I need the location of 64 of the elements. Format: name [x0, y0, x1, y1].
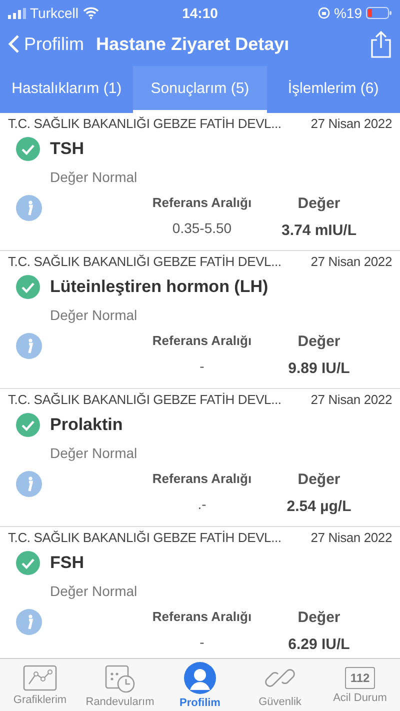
- wifi-icon: [82, 7, 98, 19]
- result-date: 27 Nisan 2022: [310, 254, 392, 269]
- chevron-left-icon: [8, 34, 20, 54]
- test-name: FSH: [50, 553, 84, 573]
- test-name: TSH: [50, 139, 84, 159]
- screen-title: Hastane Ziyaret Detayı: [96, 34, 290, 54]
- column-label: Referans Aralığı: [152, 471, 252, 486]
- tab[interactable]: İşlemlerim (6): [266, 66, 400, 113]
- hospital-name: T.C. SAĞLIK BAKANLIĞI GEBZE FATİH DEVL...: [8, 116, 282, 131]
- check-circle-icon: [16, 137, 40, 161]
- check-circle-icon: [16, 413, 40, 437]
- test-name: Prolaktin: [50, 415, 123, 435]
- result-date: 27 Nisan 2022: [310, 116, 392, 131]
- back-button[interactable]: Profilim: [8, 34, 84, 54]
- battery-percent: %19: [334, 5, 362, 21]
- hospital-name: T.C. SAĞLIK BAKANLIĞI GEBZE FATİH DEVL...: [8, 530, 282, 545]
- rotation-lock-icon: [318, 7, 330, 19]
- result-value: 3.74 mIU/L: [281, 222, 357, 239]
- signal-icon: [8, 8, 26, 18]
- column-label: Referans Aralığı: [152, 333, 252, 348]
- battery-icon: [366, 7, 392, 19]
- info-icon[interactable]: [16, 471, 42, 497]
- result-status: Değer Normal: [50, 445, 138, 461]
- hospital-name: T.C. SAĞLIK BAKANLIĞI GEBZE FATİH DEVL...: [8, 254, 282, 269]
- info-icon[interactable]: [16, 609, 42, 635]
- info-icon[interactable]: [16, 333, 42, 359]
- result-date: 27 Nisan 2022: [310, 530, 392, 545]
- share-button[interactable]: [370, 30, 392, 58]
- calendar-clock-icon: [104, 662, 136, 692]
- reference-range: -: [200, 358, 204, 374]
- info-icon[interactable]: [16, 195, 42, 221]
- tab-bar-item[interactable]: Randevularım: [80, 659, 160, 711]
- column-label: Değer: [298, 609, 340, 626]
- tab-bar-item[interactable]: Güvenlik: [240, 659, 320, 711]
- result-status: Değer Normal: [50, 307, 138, 323]
- reference-range: .-: [198, 496, 206, 512]
- result-status: Değer Normal: [50, 583, 138, 599]
- hospital-name: T.C. SAĞLIK BAKANLIĞI GEBZE FATİH DEVL...: [8, 392, 282, 407]
- check-circle-icon: [16, 551, 40, 575]
- column-label: Değer: [298, 333, 340, 350]
- test-name: Lüteinleştiren hormon (LH): [50, 277, 268, 297]
- reference-range: -: [200, 634, 204, 650]
- result-value: 2.54 µg/L: [286, 498, 352, 515]
- column-label: Referans Aralığı: [152, 195, 252, 210]
- tab-bar-item[interactable]: 112 Acil Durum: [320, 659, 400, 711]
- column-label: Referans Aralığı: [152, 609, 252, 624]
- person-icon: [184, 662, 216, 694]
- reference-range: 0.35-5.50: [172, 220, 232, 236]
- column-label: Değer: [298, 195, 340, 212]
- tab[interactable]: Hastalıklarım (1): [0, 66, 134, 113]
- tab[interactable]: Sonuçlarım (5): [133, 66, 267, 113]
- result-status: Değer Normal: [50, 169, 138, 185]
- emergency-number-icon: 112: [345, 666, 375, 688]
- tab-bar-item[interactable]: Profilim: [160, 659, 240, 711]
- tab-bar-item[interactable]: Grafiklerim: [0, 659, 80, 711]
- status-time: 14:10: [182, 5, 218, 21]
- result-value: 6.29 IU/L: [288, 636, 350, 653]
- line-chart-icon: [23, 664, 57, 690]
- check-circle-icon: [16, 275, 40, 299]
- share-icon: [370, 30, 392, 58]
- result-date: 27 Nisan 2022: [310, 392, 392, 407]
- column-label: Değer: [298, 471, 340, 488]
- result-value: 9.89 IU/L: [288, 360, 350, 377]
- carrier-name: Turkcell: [30, 5, 78, 21]
